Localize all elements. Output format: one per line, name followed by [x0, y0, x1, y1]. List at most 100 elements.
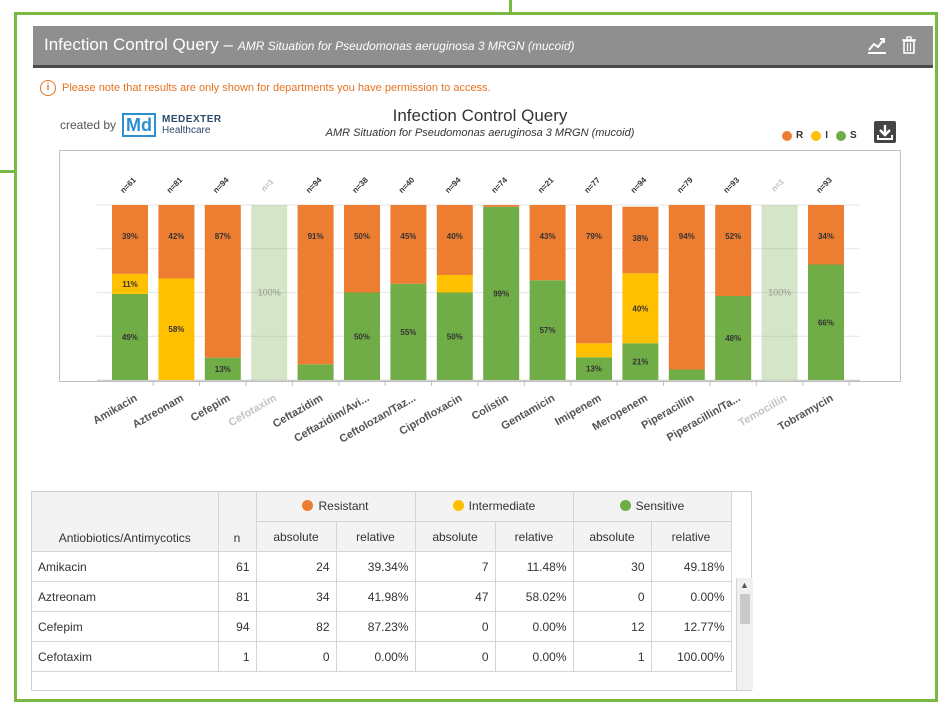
n-label: n=40: [397, 175, 417, 195]
data-label: 50%: [447, 332, 463, 341]
cell-r-abs: 0: [256, 641, 337, 672]
n-label: n=74: [490, 175, 510, 195]
data-label: 87%: [215, 232, 231, 241]
cell-r-rel: 41.98%: [336, 581, 416, 612]
cell-i-abs: 0: [415, 611, 496, 642]
cell-name: Cefepim: [32, 611, 219, 642]
data-label: 38%: [632, 234, 648, 243]
n-label: n=94: [629, 175, 649, 195]
cell-s-abs: 30: [573, 551, 652, 582]
n-label: n=94: [211, 175, 231, 195]
n-label: n=61: [119, 175, 139, 195]
cell-r-rel: 0.00%: [336, 641, 416, 672]
bar-r[interactable]: [344, 205, 380, 293]
table-scrollbar[interactable]: ▲: [736, 578, 753, 690]
data-label: 40%: [447, 232, 463, 241]
cell-s-rel: 0.00%: [651, 581, 732, 612]
cell-s-rel: 49.18%: [651, 551, 732, 582]
cell-s-abs: 0: [573, 581, 652, 612]
category-label: Aztreonam: [131, 392, 186, 431]
cell-s-abs: 12: [573, 611, 652, 642]
cell-s-rel: 100.00%: [651, 641, 732, 672]
bar-r[interactable]: [483, 205, 520, 207]
stacked-bar-chart: 49%11%39%n=61Amikacin58%42%n=81Aztreonam…: [91, 175, 860, 446]
cell-r-rel: 39.34%: [336, 551, 416, 582]
header-group-resistant: Resistant: [256, 492, 416, 522]
data-label: 91%: [308, 232, 324, 241]
sensitive-dot: [619, 500, 631, 512]
bar-r[interactable]: [297, 205, 334, 365]
table-row[interactable]: Aztreonam 81 34 41.98% 47 58.02% 0 0.00%: [32, 581, 732, 612]
cell-r-abs: 24: [256, 551, 337, 582]
bar-r[interactable]: [158, 205, 195, 279]
data-label: 58%: [168, 325, 184, 334]
bar-i[interactable]: [576, 343, 612, 358]
cell-i-abs: 0: [415, 641, 496, 672]
cell-s-abs: 1: [573, 641, 652, 672]
header-group-sensitive: Sensitive: [573, 492, 732, 522]
data-label: 55%: [400, 328, 416, 337]
cell-s-rel: 12.77%: [651, 611, 732, 642]
data-label: 99%: [493, 289, 509, 298]
bar-r[interactable]: [529, 205, 566, 281]
n-label: n=94: [304, 175, 324, 195]
data-label: 52%: [725, 232, 741, 241]
intermediate-label: Intermediate: [468, 498, 536, 513]
results-table-container: Antiobiotics/Antimycotics n Resistant In…: [31, 491, 752, 691]
header-intermediate-relative[interactable]: relative: [495, 521, 574, 552]
data-label: 11%: [122, 280, 138, 289]
n-label: n=94: [443, 175, 463, 195]
bar-r[interactable]: [390, 205, 427, 284]
bar-i[interactable]: [436, 275, 473, 293]
scroll-up-icon[interactable]: ▲: [740, 580, 749, 590]
bar-r[interactable]: [576, 205, 612, 344]
cell-i-rel: 0.00%: [495, 611, 574, 642]
resistant-dot: [302, 500, 314, 512]
data-label: 42%: [168, 232, 184, 241]
bar-r[interactable]: [668, 205, 705, 370]
cell-i-abs: 7: [415, 551, 496, 582]
cell-name: Amikacin: [32, 551, 219, 582]
table-row[interactable]: Cefotaxim 1 0 0.00% 0 0.00% 1 100.00%: [32, 641, 732, 672]
header-sensitive-relative[interactable]: relative: [651, 521, 732, 552]
header-n[interactable]: n: [218, 492, 257, 552]
bar-s[interactable]: [297, 364, 334, 380]
data-label: 79%: [586, 232, 602, 241]
n-label: n=93: [722, 175, 742, 195]
cell-n: 1: [218, 641, 257, 672]
intermediate-dot: [452, 500, 464, 512]
n-label: n=79: [675, 175, 695, 195]
data-label: 40%: [632, 304, 648, 313]
data-label: 57%: [540, 326, 556, 335]
scroll-thumb[interactable]: [740, 594, 750, 624]
cell-r-rel: 87.23%: [336, 611, 416, 642]
bar-r[interactable]: [204, 205, 241, 358]
cell-i-rel: 11.48%: [495, 551, 574, 582]
data-label: 13%: [215, 365, 231, 374]
n-label: n=93: [815, 175, 835, 195]
data-label: 49%: [122, 333, 138, 342]
table-row[interactable]: Amikacin 61 24 39.34% 7 11.48% 30 49.18%: [32, 551, 732, 582]
n-label: n=81: [165, 175, 185, 195]
table-row[interactable]: Cefepim 94 82 87.23% 0 0.00% 12 12.77%: [32, 611, 732, 642]
n-label: n=38: [351, 175, 371, 195]
header-sensitive-absolute[interactable]: absolute: [573, 521, 652, 552]
bar-s[interactable]: [668, 369, 705, 381]
cell-n: 94: [218, 611, 257, 642]
data-label: 66%: [818, 318, 834, 327]
header-group-intermediate: Intermediate: [415, 492, 574, 522]
bar-r[interactable]: [715, 205, 752, 296]
cell-n: 81: [218, 581, 257, 612]
header-antibiotics[interactable]: Antiobiotics/Antimycotics: [32, 492, 219, 552]
sensitive-label: Sensitive: [635, 498, 685, 513]
n-label: n=77: [583, 175, 603, 195]
header-resistant-absolute[interactable]: absolute: [256, 521, 337, 552]
header-intermediate-absolute[interactable]: absolute: [415, 521, 496, 552]
cell-n: 61: [218, 551, 257, 582]
cell-r-abs: 82: [256, 611, 337, 642]
data-label: 43%: [540, 232, 556, 241]
header-resistant-relative[interactable]: relative: [336, 521, 416, 552]
data-label: 48%: [725, 334, 741, 343]
data-label: 100%: [768, 288, 791, 298]
data-label: 34%: [818, 232, 834, 241]
